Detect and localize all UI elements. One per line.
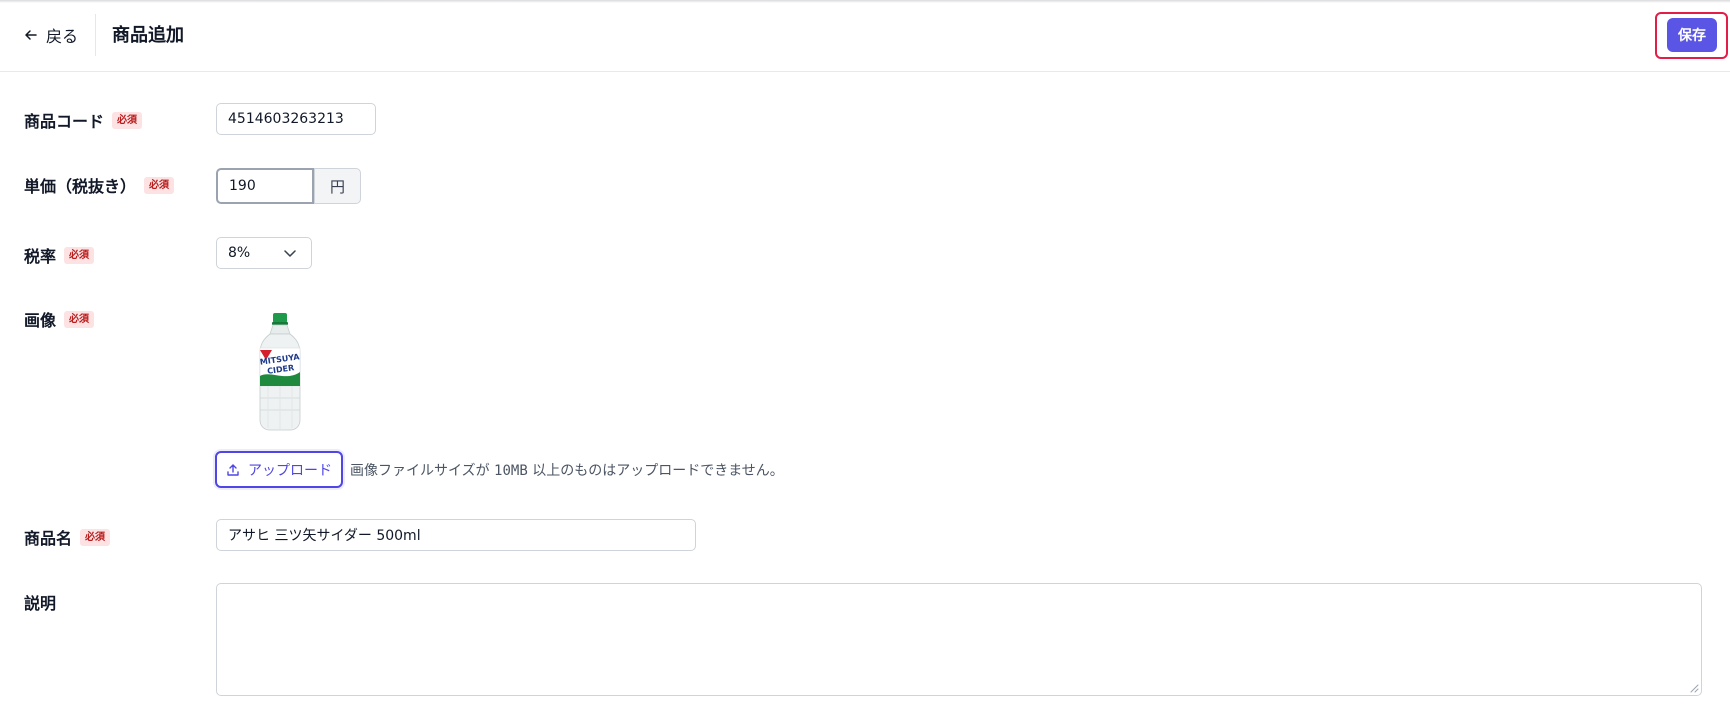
required-badge: 必須 xyxy=(144,176,175,194)
tax-rate-value: 8% xyxy=(228,245,251,261)
image-label-row: 画像 必須 xyxy=(24,307,95,331)
unit-price-input[interactable]: 190 xyxy=(216,168,314,204)
resize-handle-icon[interactable] xyxy=(1690,684,1699,693)
product-name-label-row: 商品名 必須 xyxy=(24,525,111,549)
product-code-label: 商品コード xyxy=(24,112,105,131)
back-label: 戻る xyxy=(46,27,79,46)
description-label: 説明 xyxy=(24,594,57,613)
upload-note-prefix: 画像ファイルサイズが xyxy=(350,463,490,479)
currency-suffix: 円 xyxy=(314,168,361,204)
upload-label: アップロード xyxy=(248,462,332,479)
image-label: 画像 xyxy=(24,311,57,330)
upload-size-note: 画像ファイルサイズが 10MB 以上のものはアップロードできません。 xyxy=(350,460,784,480)
back-button[interactable]: 戻る xyxy=(24,22,78,48)
save-button[interactable]: 保存 xyxy=(1667,18,1717,52)
description-textarea[interactable] xyxy=(216,583,1702,696)
upload-button[interactable]: アップロード xyxy=(215,451,343,488)
page-title: 商品追加 xyxy=(112,25,184,46)
product-code-label-row: 商品コード 必須 xyxy=(24,108,143,132)
chevron-down-icon xyxy=(284,250,296,257)
upload-note-suffix: 以上のものはアップロードできません。 xyxy=(532,463,784,479)
required-badge: 必須 xyxy=(80,528,111,546)
arrow-left-icon xyxy=(25,30,37,40)
unit-price-label-row: 単価（税抜き） 必須 xyxy=(24,173,175,197)
product-bottle-image: MITSUYA CIDER xyxy=(259,313,301,431)
required-badge: 必須 xyxy=(64,310,95,328)
required-badge: 必須 xyxy=(64,246,95,264)
unit-price-label: 単価（税抜き） xyxy=(24,177,137,196)
page-header: 戻る 商品追加 保存 xyxy=(0,0,1730,72)
upload-icon xyxy=(227,463,239,476)
tax-rate-label-row: 税率 必須 xyxy=(24,243,95,267)
required-badge: 必須 xyxy=(112,111,143,129)
tax-rate-label: 税率 xyxy=(24,247,57,266)
product-code-input[interactable]: 4514603263213 xyxy=(216,103,376,135)
product-name-input[interactable]: アサヒ 三ツ矢サイダー 500ml xyxy=(216,519,696,551)
tax-rate-select[interactable]: 8% xyxy=(216,237,312,269)
description-label-row: 説明 xyxy=(24,590,56,614)
header-divider xyxy=(95,14,96,56)
upload-note-size: 10MB xyxy=(494,463,528,479)
product-name-label: 商品名 xyxy=(24,529,73,548)
